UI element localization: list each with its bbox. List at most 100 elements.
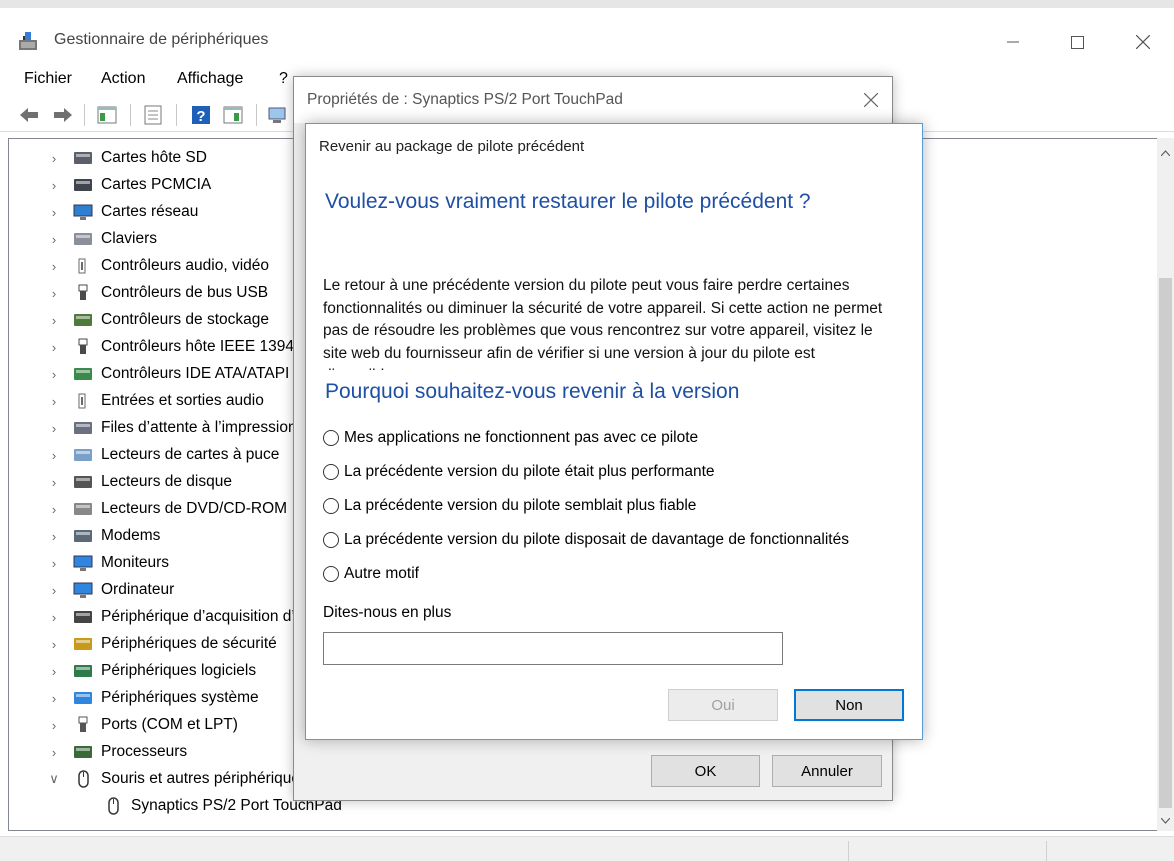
reason-option-features[interactable]: La précédente version du pilote disposai… — [323, 527, 923, 553]
disk-icon — [73, 473, 93, 491]
tree-category-item[interactable]: › Périphériques système — [45, 685, 259, 711]
menu-help[interactable]: ? — [279, 70, 288, 88]
tree-category-item[interactable]: › Processeurs — [45, 739, 187, 765]
scan-hardware-icon[interactable] — [266, 104, 288, 126]
tree-category-item[interactable]: › Files d’attente à l’impression — [45, 415, 297, 441]
forward-arrow-icon[interactable] — [52, 104, 74, 126]
close-button[interactable] — [1120, 24, 1166, 60]
back-arrow-icon[interactable] — [18, 104, 40, 126]
chevron-right-icon[interactable]: › — [45, 502, 63, 517]
properties-icon[interactable] — [142, 104, 164, 126]
tree-category-item[interactable]: › Périphériques logiciels — [45, 658, 256, 684]
tree-category-item[interactable]: › Modems — [45, 523, 161, 549]
maximize-button[interactable] — [1054, 24, 1100, 60]
yes-button[interactable]: Oui — [668, 689, 778, 721]
scrollbar-thumb[interactable] — [1159, 278, 1172, 808]
tree-item-label: Contrôleurs IDE ATA/ATAPI — [101, 365, 290, 382]
chevron-right-icon[interactable]: › — [45, 556, 63, 571]
tree-item-label: Périphériques de sécurité — [101, 635, 277, 652]
reason-option-performance[interactable]: La précédente version du pilote était pl… — [323, 459, 923, 485]
radio-button[interactable] — [323, 430, 339, 446]
radio-button[interactable] — [323, 498, 339, 514]
chevron-right-icon[interactable]: › — [45, 475, 63, 490]
chevron-right-icon[interactable]: › — [45, 718, 63, 733]
ok-button[interactable]: OK — [651, 755, 760, 787]
chevron-right-icon[interactable]: › — [45, 583, 63, 598]
tell-more-input[interactable] — [323, 632, 783, 665]
chevron-right-icon[interactable]: › — [45, 178, 63, 193]
monitor-icon — [73, 554, 93, 572]
reason-option-apps[interactable]: Mes applications ne fonctionnent pas ave… — [323, 425, 923, 451]
menu-fichier[interactable]: Fichier — [24, 70, 72, 88]
chevron-right-icon[interactable]: › — [45, 340, 63, 355]
scroll-down-icon[interactable] — [1161, 818, 1170, 824]
no-button[interactable]: Non — [794, 689, 904, 721]
menu-affichage[interactable]: Affichage — [177, 70, 243, 88]
chevron-down-icon[interactable]: ∨ — [45, 771, 63, 787]
tree-category-item[interactable]: › Contrôleurs audio, vidéo — [45, 253, 269, 279]
tree-item-label: Ordinateur — [101, 581, 175, 598]
chevron-right-icon[interactable]: › — [45, 637, 63, 652]
rollback-driver-dialog: Revenir au package de pilote précédent V… — [305, 123, 923, 740]
help-icon[interactable]: ? — [190, 104, 212, 126]
chevron-right-icon[interactable]: › — [45, 529, 63, 544]
chevron-right-icon[interactable]: › — [45, 313, 63, 328]
chevron-right-icon[interactable]: › — [45, 205, 63, 220]
audio-icon — [73, 257, 93, 275]
chevron-right-icon[interactable]: › — [45, 286, 63, 301]
menu-action[interactable]: Action — [101, 70, 145, 88]
radio-button[interactable] — [323, 464, 339, 480]
reason-option-other[interactable]: Autre motif — [323, 561, 923, 587]
action-pane-icon[interactable] — [222, 104, 244, 126]
chevron-right-icon[interactable]: › — [45, 394, 63, 409]
scroll-up-icon[interactable] — [1161, 150, 1170, 156]
tree-category-item[interactable]: › Lecteurs de disque — [45, 469, 232, 495]
tree-category-item[interactable]: › Cartes hôte SD — [45, 145, 207, 171]
radio-button[interactable] — [323, 566, 339, 582]
tree-category-item[interactable]: › Lecteurs de DVD/CD-ROM — [45, 496, 287, 522]
chevron-right-icon[interactable]: › — [45, 151, 63, 166]
chevron-right-icon[interactable]: › — [45, 664, 63, 679]
tree-category-item[interactable]: › Claviers — [45, 226, 157, 252]
status-bar — [0, 836, 1174, 861]
tree-category-item[interactable]: › Cartes PCMCIA — [45, 172, 211, 198]
title-bar: Gestionnaire de périphériques — [0, 16, 1174, 66]
chevron-right-icon[interactable]: › — [45, 610, 63, 625]
tree-category-item[interactable]: › Ports (COM et LPT) — [45, 712, 238, 738]
tree-category-item[interactable]: › Moniteurs — [45, 550, 169, 576]
keyboard-icon — [73, 230, 93, 248]
radio-button[interactable] — [323, 532, 339, 548]
tree-category-item[interactable]: › Périphériques de sécurité — [45, 631, 277, 657]
reason-option-reliability[interactable]: La précédente version du pilote semblait… — [323, 493, 923, 519]
tree-item-label: Contrôleurs hôte IEEE 1394 — [101, 338, 295, 355]
tree-item-label: Contrôleurs de stockage — [101, 311, 270, 328]
tree-category-item[interactable]: › Ordinateur — [45, 577, 174, 603]
tree-item-label: Ports (COM et LPT) — [101, 716, 238, 733]
chevron-right-icon[interactable]: › — [45, 232, 63, 247]
cancel-button[interactable]: Annuler — [772, 755, 882, 787]
close-icon[interactable] — [864, 93, 878, 107]
tree-item-label: Entrées et sorties audio — [101, 392, 264, 409]
tree-category-item[interactable]: › Contrôleurs de stockage — [45, 307, 269, 333]
chevron-right-icon[interactable]: › — [45, 745, 63, 760]
chevron-right-icon[interactable]: › — [45, 421, 63, 436]
chevron-right-icon[interactable]: › — [45, 367, 63, 382]
tree-category-item[interactable]: › Entrées et sorties audio — [45, 388, 264, 414]
rollback-warning-text: Le retour à une précédente version du pi… — [323, 277, 883, 370]
tree-category-item[interactable]: › Lecteurs de cartes à puce — [45, 442, 280, 468]
chevron-right-icon[interactable]: › — [45, 448, 63, 463]
show-hide-tree-icon[interactable] — [96, 104, 118, 126]
camera-icon — [73, 608, 93, 626]
tell-more-label: Dites-nous en plus — [323, 604, 452, 621]
tree-category-item[interactable]: › Cartes réseau — [45, 199, 198, 225]
vertical-scrollbar[interactable] — [1157, 138, 1174, 831]
chevron-right-icon[interactable]: › — [45, 691, 63, 706]
port-icon — [73, 716, 93, 734]
dvd-icon — [73, 500, 93, 518]
tree-category-item[interactable]: › Contrôleurs IDE ATA/ATAPI — [45, 361, 290, 387]
chevron-right-icon[interactable]: › — [45, 259, 63, 274]
tree-category-item[interactable]: › Contrôleurs hôte IEEE 1394 — [45, 334, 294, 360]
tree-item-label: Processeurs — [101, 743, 188, 760]
minimize-button[interactable] — [990, 24, 1036, 60]
tree-category-item[interactable]: › Contrôleurs de bus USB — [45, 280, 268, 306]
